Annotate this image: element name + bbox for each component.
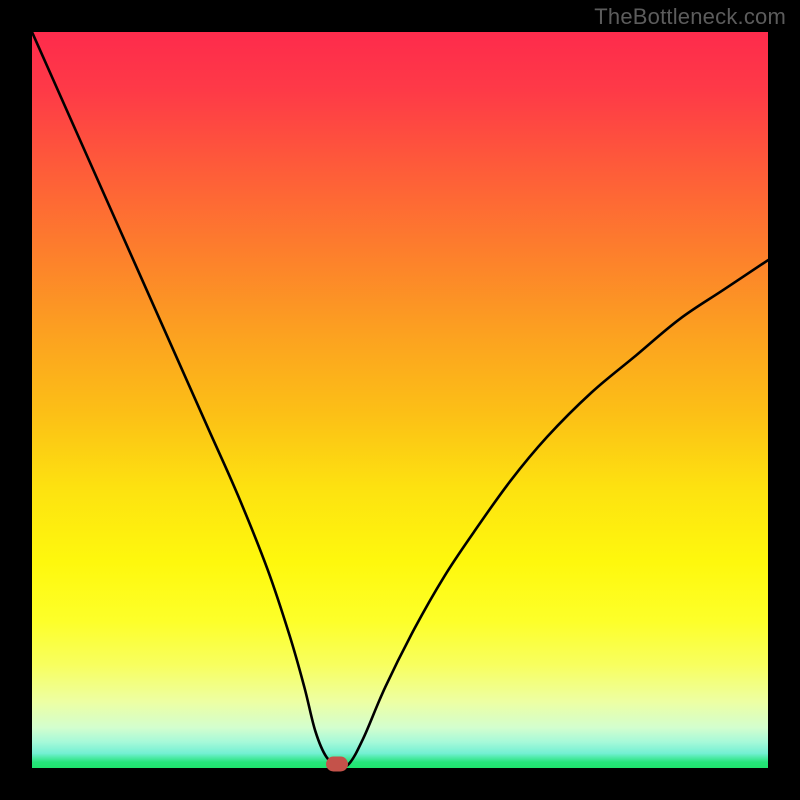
plot-area bbox=[32, 32, 768, 768]
curve-svg bbox=[32, 32, 768, 768]
bottleneck-curve bbox=[32, 32, 768, 767]
optimal-point-marker bbox=[326, 757, 348, 772]
watermark-text: TheBottleneck.com bbox=[594, 4, 786, 30]
chart-frame: TheBottleneck.com bbox=[0, 0, 800, 800]
